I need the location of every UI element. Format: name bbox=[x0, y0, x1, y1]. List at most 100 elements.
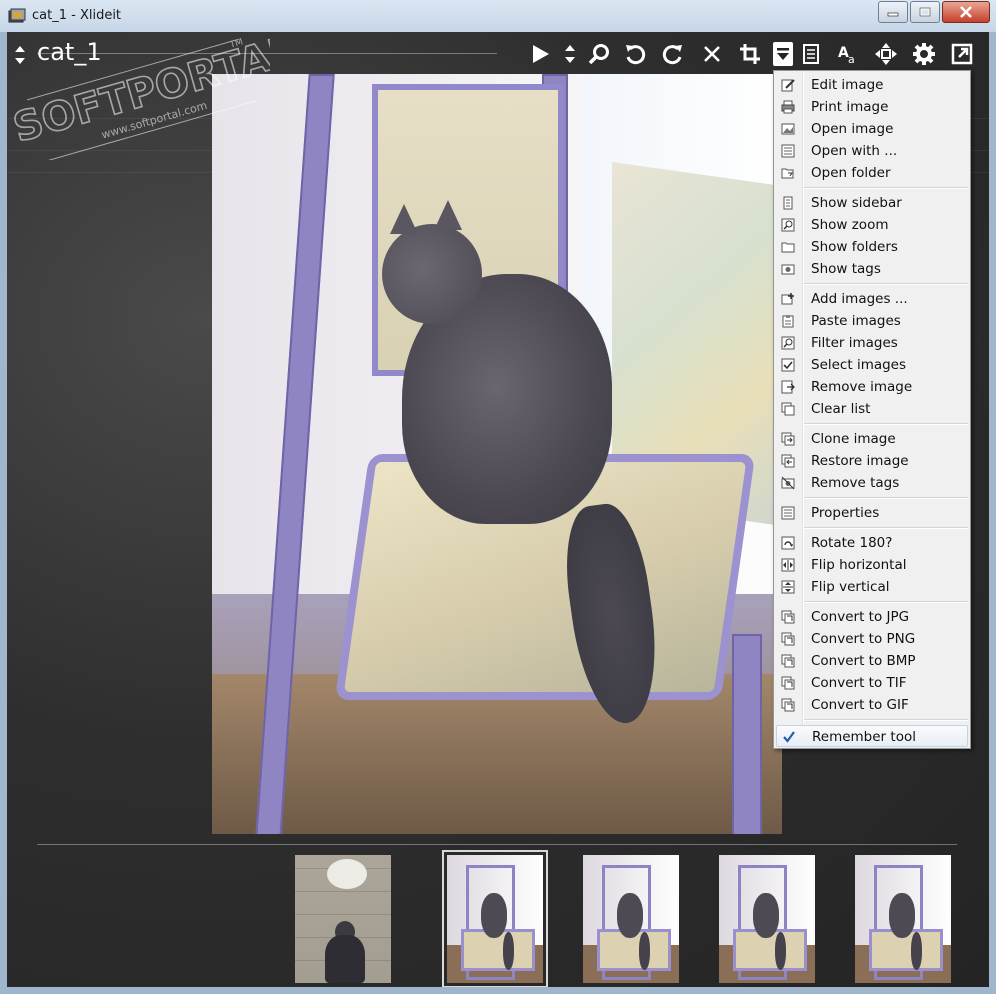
zoom-icon bbox=[781, 218, 795, 232]
fullscreen-button[interactable] bbox=[947, 40, 977, 68]
menu-item-print-image[interactable]: Print image bbox=[776, 96, 968, 118]
close-image-button[interactable] bbox=[697, 40, 727, 68]
convert-icon bbox=[781, 676, 795, 690]
menu-item-clone-image[interactable]: Clone image bbox=[776, 428, 968, 450]
thumbnail-street[interactable] bbox=[295, 855, 391, 983]
menu-item-label: Convert to BMP bbox=[811, 653, 916, 669]
menu-item-remember-tool[interactable]: Remember tool bbox=[776, 725, 968, 747]
updown-button[interactable] bbox=[560, 40, 580, 68]
close-icon bbox=[960, 6, 972, 18]
menu-item-remove-tags[interactable]: Remove tags bbox=[776, 472, 968, 494]
menu-item-open-with[interactable]: Open with ... bbox=[776, 140, 968, 162]
menu-item-paste-images[interactable]: Paste images bbox=[776, 310, 968, 332]
menu-item-select-images[interactable]: Select images bbox=[776, 354, 968, 376]
menu-item-label: Remember tool bbox=[812, 729, 916, 745]
menu-item-properties[interactable]: Properties bbox=[776, 502, 968, 524]
select-icon bbox=[781, 358, 795, 372]
thumbnail-cat-3[interactable] bbox=[719, 855, 815, 983]
sidebar-button[interactable] bbox=[796, 40, 826, 68]
checkmark-icon bbox=[783, 731, 795, 743]
menu-item-label: Remove image bbox=[811, 379, 913, 395]
menu-item-label: Restore image bbox=[811, 453, 909, 469]
menu-item-show-tags[interactable]: Show tags bbox=[776, 258, 968, 280]
print-icon bbox=[781, 100, 795, 114]
menu-item-label: Select images bbox=[811, 357, 907, 373]
menu-item-convert-to-png[interactable]: Convert to PNG bbox=[776, 628, 968, 650]
menu-dropdown-button[interactable] bbox=[773, 42, 793, 66]
menu-item-open-folder[interactable]: Open folder bbox=[776, 162, 968, 184]
thumbnail-cat-2[interactable] bbox=[583, 855, 679, 983]
menu-item-label: Show folders bbox=[811, 239, 898, 255]
convert-icon bbox=[781, 698, 795, 712]
menu-item-convert-to-gif[interactable]: Convert to GIF bbox=[776, 694, 968, 716]
zoom-button[interactable] bbox=[584, 40, 614, 68]
remove-image-icon bbox=[781, 380, 795, 394]
menu-separator bbox=[804, 719, 968, 721]
menu-item-label: Filter images bbox=[811, 335, 898, 351]
play-icon bbox=[533, 45, 549, 63]
menu-item-label: Open folder bbox=[811, 165, 891, 181]
font-icon: Aa bbox=[838, 45, 855, 65]
menu-item-show-folders[interactable]: Show folders bbox=[776, 236, 968, 258]
minimize-button[interactable] bbox=[878, 1, 908, 23]
menu-separator bbox=[804, 497, 968, 499]
menu-item-label: Rotate 180? bbox=[811, 535, 893, 551]
maximize-button[interactable] bbox=[910, 1, 940, 23]
close-button[interactable] bbox=[942, 1, 990, 23]
menu-separator bbox=[804, 423, 968, 425]
menu-item-filter-images[interactable]: Filter images bbox=[776, 332, 968, 354]
menu-item-show-zoom[interactable]: Show zoom bbox=[776, 214, 968, 236]
rotate-left-icon bbox=[626, 45, 646, 65]
remove-tags-icon bbox=[781, 476, 795, 490]
prev-next-updown-icon[interactable] bbox=[13, 44, 27, 66]
add-images-icon bbox=[781, 293, 794, 305]
flip-vertical-icon bbox=[781, 580, 795, 594]
minimize-icon bbox=[887, 12, 899, 17]
crop-button[interactable] bbox=[735, 40, 765, 68]
settings-button[interactable] bbox=[909, 40, 939, 68]
menu-separator bbox=[804, 283, 968, 285]
fit-button[interactable] bbox=[871, 40, 901, 68]
convert-icon bbox=[781, 610, 795, 624]
menu-item-remove-image[interactable]: Remove image bbox=[776, 376, 968, 398]
rotate-left-button[interactable] bbox=[620, 40, 650, 68]
convert-icon bbox=[781, 632, 795, 646]
menu-item-flip-vertical[interactable]: Flip vertical bbox=[776, 576, 968, 598]
menu-item-add-images[interactable]: Add images ... bbox=[776, 288, 968, 310]
properties-icon bbox=[781, 506, 795, 520]
menu-item-convert-to-bmp[interactable]: Convert to BMP bbox=[776, 650, 968, 672]
main-image[interactable] bbox=[212, 74, 782, 834]
close-image-icon bbox=[704, 46, 720, 62]
menu-item-label: Convert to GIF bbox=[811, 697, 909, 713]
clear-list-icon bbox=[781, 402, 795, 416]
menu-item-label: Convert to PNG bbox=[811, 631, 916, 647]
menu-item-open-image[interactable]: Open image bbox=[776, 118, 968, 140]
window-titlebar[interactable]: cat_1 - Xlideit bbox=[0, 0, 996, 32]
play-button[interactable] bbox=[525, 40, 555, 68]
sidebar-icon bbox=[803, 44, 819, 64]
font-button[interactable]: Aa bbox=[833, 40, 863, 68]
rotate-right-button[interactable] bbox=[658, 40, 688, 68]
image-title: cat_1 bbox=[37, 38, 102, 66]
flip-horizontal-icon bbox=[781, 558, 795, 572]
menu-item-label: Open image bbox=[811, 121, 894, 137]
sidebar-icon bbox=[783, 196, 793, 210]
menu-item-convert-to-tif[interactable]: Convert to TIF bbox=[776, 672, 968, 694]
filter-icon bbox=[781, 336, 795, 350]
menu-item-convert-to-jpg[interactable]: Convert to JPG bbox=[776, 606, 968, 628]
crop-icon bbox=[740, 44, 760, 64]
tools-dropdown-menu: Edit image Print image Open image Open with… bbox=[773, 70, 971, 749]
thumbnail-cat-4[interactable] bbox=[855, 855, 951, 983]
edit-icon bbox=[781, 79, 795, 92]
menu-item-edit-image[interactable]: Edit image bbox=[776, 74, 968, 96]
menu-item-show-sidebar[interactable]: Show sidebar bbox=[776, 192, 968, 214]
menu-item-flip-horizontal[interactable]: Flip horizontal bbox=[776, 554, 968, 576]
menu-item-restore-image[interactable]: Restore image bbox=[776, 450, 968, 472]
menu-separator bbox=[804, 601, 968, 603]
menu-item-label: Edit image bbox=[811, 77, 884, 93]
menu-item-label: Show sidebar bbox=[811, 195, 902, 211]
menu-item-label: Show tags bbox=[811, 261, 881, 277]
thumbnail-cat-1[interactable] bbox=[442, 850, 548, 987]
menu-item-rotate-180[interactable]: Rotate 180? bbox=[776, 532, 968, 554]
menu-item-clear-list[interactable]: Clear list bbox=[776, 398, 968, 420]
